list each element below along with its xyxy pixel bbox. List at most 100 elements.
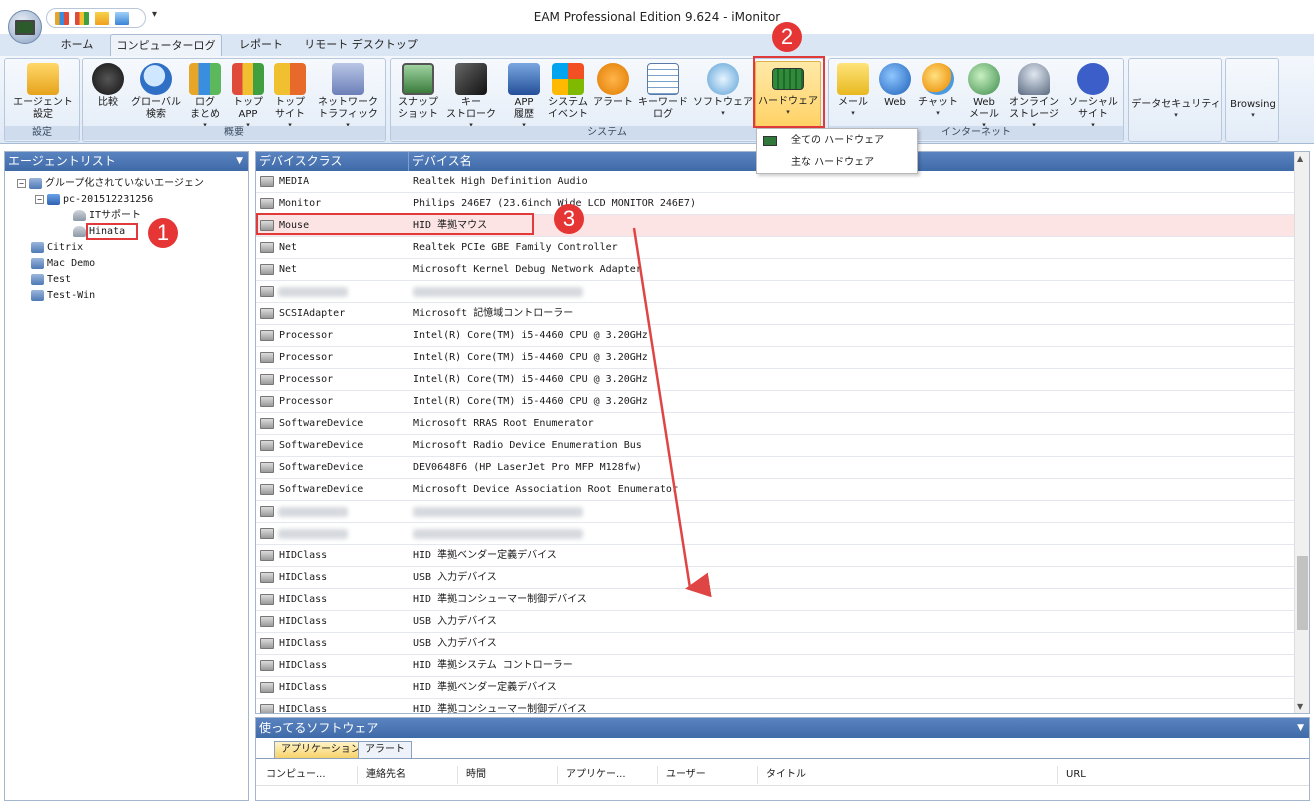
group-label-overview: 概要	[83, 126, 385, 140]
mail-button[interactable]: メール ▾	[833, 61, 873, 127]
device-icon	[260, 374, 274, 385]
web-mail-button[interactable]: Web メール ▾	[961, 61, 1007, 129]
table-row[interactable]: SoftwareDevice Microsoft RRAS Root Enumer…	[256, 413, 1294, 435]
chat-button[interactable]: チャット ▾	[915, 61, 961, 127]
tab-divider	[256, 758, 1309, 759]
table-row[interactable]	[256, 501, 1294, 523]
browsing-button[interactable]: Browsing ▾	[1228, 99, 1278, 129]
tree-item-citrix[interactable]: Citrix	[31, 240, 83, 256]
table-row[interactable]: HIDClass USB 入力デバイス	[256, 633, 1294, 655]
tab-home[interactable]: ホーム	[50, 34, 104, 56]
table-row[interactable]: HIDClass HID 準拠コンシューマー制御デバイス	[256, 699, 1294, 713]
app-menu-button[interactable]	[8, 10, 42, 44]
table-row[interactable]: Net Realtek PCIe GBE Family Controller	[256, 237, 1294, 259]
tab-application[interactable]: アプリケーション	[274, 741, 368, 758]
web-button[interactable]: Web	[875, 61, 915, 127]
table-row[interactable]: Processor Intel(R) Core(TM) i5-4460 CPU @…	[256, 369, 1294, 391]
table-row[interactable]: SCSIAdapter Microsoft 記憶域コントローラー	[256, 303, 1294, 325]
system-event-button[interactable]: システム イベント	[545, 61, 591, 127]
tab-computer-log[interactable]: コンピューターログ	[110, 34, 222, 56]
table-row[interactable]: Net Microsoft Kernel Debug Network Adapte…	[256, 259, 1294, 281]
storage-icon	[1018, 63, 1050, 95]
software-button[interactable]: ソフトウェア ▾	[691, 61, 755, 127]
keyword-log-button[interactable]: キーワード ログ	[635, 61, 691, 127]
tab-remote-desktop[interactable]: リモート デスクトップ	[302, 34, 420, 56]
agent-list-panel: エージェントリスト ▼ − グループ化されていないエージェン − pc-2015122…	[4, 151, 249, 801]
tree-item-mac-demo[interactable]: Mac Demo	[31, 256, 95, 272]
alert-button[interactable]: アラート	[591, 61, 635, 127]
global-search-button[interactable]: グローバル 検索	[127, 61, 185, 127]
tree-item-ungrouped[interactable]: − グループ化されていないエージェン	[17, 176, 204, 192]
scroll-up-icon[interactable]: ▲	[1297, 154, 1303, 163]
cell-device-name: HID 準拠システム コントローラー	[413, 660, 573, 671]
cell-device-class: Monitor	[279, 198, 322, 209]
menu-item-main-hardware[interactable]: 主な ハードウェア	[757, 152, 917, 174]
column-url[interactable]: URL	[1058, 766, 1298, 784]
redacted-value	[278, 529, 348, 539]
cell-device-class: Processor	[279, 352, 334, 363]
table-row[interactable]: HIDClass HID 準拠コンシューマー制御デバイス	[256, 589, 1294, 611]
data-security-button[interactable]: データセキュリティ ▾	[1131, 99, 1221, 129]
tab-alert[interactable]: アラート	[358, 741, 412, 758]
chevron-down-icon[interactable]: ▼	[236, 152, 243, 171]
chevron-down-icon[interactable]: ▼	[1297, 718, 1304, 738]
tree-item-test-win[interactable]: Test-Win	[31, 288, 95, 304]
table-row[interactable]: SoftwareDevice DEV0648F6 (HP LaserJet Pro…	[256, 457, 1294, 479]
column-application[interactable]: アプリケー...	[558, 766, 658, 784]
table-row[interactable]: SoftwareDevice Microsoft Radio Device Enu…	[256, 435, 1294, 457]
gauge-icon	[92, 63, 124, 95]
tree-item-test[interactable]: Test	[31, 272, 71, 288]
app-history-button[interactable]: APP 履歴 ▾	[501, 61, 547, 129]
scroll-thumb[interactable]	[1297, 556, 1308, 630]
hardware-dropdown-menu: 全ての ハードウェア 主な ハードウェア	[756, 128, 918, 174]
table-row[interactable]: Monitor Philips 246E7 (23.6inch Wide LCD …	[256, 193, 1294, 215]
cell-device-name: Realtek PCIe GBE Family Controller	[413, 242, 618, 253]
collapse-icon[interactable]: −	[17, 178, 26, 188]
table-row[interactable]	[256, 281, 1294, 303]
table-row[interactable]: HIDClass USB 入力デバイス	[256, 567, 1294, 589]
tree-item-it-support[interactable]: ITサポート	[73, 208, 141, 224]
table-row[interactable]: HIDClass USB 入力デバイス	[256, 611, 1294, 633]
network-traffic-button[interactable]: ネットワーク トラフィック ▾	[311, 61, 385, 129]
table-row[interactable]: HIDClass HID 準拠システム コントローラー	[256, 655, 1294, 677]
device-icon	[260, 594, 274, 605]
agent-list-title: エージェントリスト	[8, 154, 116, 168]
device-icon	[260, 352, 274, 363]
tree-item-pc[interactable]: − pc-201512231256	[35, 192, 153, 208]
scroll-down-icon[interactable]: ▼	[1297, 702, 1303, 711]
cell-device-class: HIDClass	[279, 616, 328, 627]
software-columns: コンピュー... 連絡先名 時間 アプリケー... ユーザー タイトル URL	[256, 762, 1309, 786]
column-time[interactable]: 時間	[458, 766, 558, 784]
compare-button[interactable]: 比較	[89, 61, 127, 127]
vertical-scrollbar[interactable]: ▲ ▼	[1294, 152, 1309, 713]
column-header-device-class[interactable]: デバイスクラス	[256, 152, 409, 171]
device-icon	[260, 440, 274, 451]
top-app-button[interactable]: トップ APP ▾	[227, 61, 269, 129]
cell-device-class: SoftwareDevice	[279, 418, 364, 429]
tab-report[interactable]: レポート	[230, 34, 292, 56]
log-summary-button[interactable]: ログ まとめ ▾	[183, 61, 227, 129]
online-storage-button[interactable]: オンライン ストレージ ▾	[1005, 61, 1063, 129]
table-row[interactable]: Processor Intel(R) Core(TM) i5-4460 CPU @…	[256, 347, 1294, 369]
agent-settings-button[interactable]: エージェント 設定	[9, 61, 77, 127]
table-row[interactable]: Processor Intel(R) Core(TM) i5-4460 CPU @…	[256, 391, 1294, 413]
column-title[interactable]: タイトル	[758, 766, 1058, 784]
column-computer[interactable]: コンピュー...	[258, 766, 358, 784]
top-site-button[interactable]: トップ サイト ▾	[269, 61, 311, 129]
column-user[interactable]: ユーザー	[658, 766, 758, 784]
menu-item-all-hardware[interactable]: 全ての ハードウェア	[757, 130, 917, 152]
collapse-icon[interactable]: −	[35, 194, 44, 204]
cell-device-name: HID 準拠コンシューマー制御デバイス	[413, 594, 587, 605]
table-row[interactable]: SoftwareDevice Microsoft Device Associati…	[256, 479, 1294, 501]
table-row[interactable]: HIDClass HID 準拠ベンダー定義デバイス	[256, 545, 1294, 567]
table-row[interactable]: Processor Intel(R) Core(TM) i5-4460 CPU @…	[256, 325, 1294, 347]
social-site-button[interactable]: ソーシャル サイト ▾	[1063, 61, 1123, 129]
column-contact-name[interactable]: 連絡先名	[358, 766, 458, 784]
table-row[interactable]	[256, 523, 1294, 545]
dropdown-arrow-icon: ▾	[1174, 111, 1178, 119]
table-row[interactable]: MEDIA Realtek High Definition Audio	[256, 171, 1294, 193]
window-title: EAM Professional Edition 9.624 - iMonito…	[533, 10, 781, 24]
table-row[interactable]: HIDClass HID 準拠ベンダー定義デバイス	[256, 677, 1294, 699]
snapshot-button[interactable]: スナップ ショット	[393, 61, 443, 127]
keystroke-button[interactable]: キー ストローク ▾	[443, 61, 499, 129]
